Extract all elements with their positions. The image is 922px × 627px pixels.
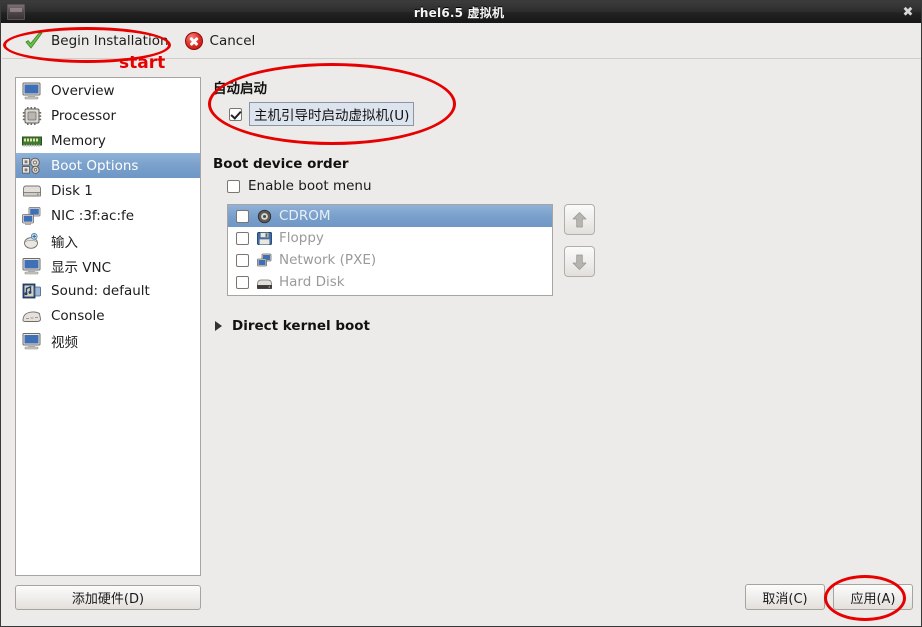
- mouse-icon: [21, 231, 43, 251]
- autostart-checkbox[interactable]: [229, 107, 242, 121]
- window-title: rhel6.5 虚拟机: [413, 5, 505, 20]
- sidebar-item-label: Disk 1: [51, 182, 93, 199]
- close-icon[interactable]: ✖: [899, 4, 917, 20]
- hardware-list[interactable]: Overview Processor Memory Boot Options D…: [15, 77, 201, 576]
- sidebar-item-console[interactable]: Console: [16, 303, 200, 328]
- autostart-checkbox-label: 主机引导时启动虚拟机(U): [249, 102, 415, 126]
- sidebar-item-label: Memory: [51, 132, 106, 149]
- virt-manager-vm-details-window: rhel6.5 虚拟机 ✖ Begin Installation Cancel: [0, 0, 922, 627]
- harddisk-icon: [21, 181, 43, 201]
- boot-device-checkbox[interactable]: [236, 253, 249, 267]
- apply-button[interactable]: 应用(A): [833, 584, 913, 610]
- boot-device-row[interactable]: CDROM: [228, 205, 552, 227]
- sidebar-item-disk-1[interactable]: Disk 1: [16, 178, 200, 203]
- window-titlebar: rhel6.5 虚拟机 ✖: [1, 1, 921, 23]
- display-icon: [21, 256, 43, 276]
- enable-boot-menu-row[interactable]: Enable boot menu: [227, 178, 911, 194]
- cpu-icon: [21, 106, 43, 126]
- begin-installation-button[interactable]: Begin Installation: [16, 27, 177, 55]
- cancel-button[interactable]: 取消(C): [745, 584, 825, 610]
- begin-installation-label: Begin Installation: [51, 32, 169, 49]
- network-icon: [21, 206, 43, 226]
- boot-device-list[interactable]: CDROM Floppy Network (PXE) Hard Disk: [227, 204, 553, 296]
- floppy-icon: [256, 231, 273, 246]
- boot-device-row[interactable]: Floppy: [228, 227, 552, 249]
- boot-options-panel: 自动启动 主机引导时启动虚拟机(U) Boot device order Ena…: [213, 77, 911, 576]
- direct-kernel-boot-expander[interactable]: Direct kernel boot: [213, 318, 911, 334]
- move-device-up-button[interactable]: [564, 204, 595, 235]
- network-icon: [256, 253, 273, 268]
- sidebar-item-label: Console: [51, 307, 105, 324]
- boot-device-row[interactable]: Hard Disk: [228, 271, 552, 293]
- sidebar-item-label: 显示 VNC: [51, 259, 112, 276]
- video-icon: [21, 331, 43, 351]
- boot-order-controls: [564, 204, 595, 277]
- sidebar-item-overview[interactable]: Overview: [16, 78, 200, 103]
- gears-icon: [21, 156, 43, 176]
- red-x-icon: [184, 31, 203, 50]
- boot-device-row[interactable]: Network (PXE): [228, 249, 552, 271]
- boot-device-checkbox[interactable]: [236, 231, 249, 245]
- sidebar-item-label: Processor: [51, 107, 117, 124]
- autostart-title: 自动启动: [213, 81, 267, 97]
- enable-boot-menu-label: Enable boot menu: [248, 178, 372, 194]
- arrow-up-icon: [571, 211, 588, 229]
- move-device-down-button[interactable]: [564, 246, 595, 277]
- sound-icon: [21, 281, 43, 301]
- monitor-icon: [21, 81, 43, 101]
- boot-device-checkbox[interactable]: [236, 275, 249, 289]
- cancel-install-button[interactable]: Cancel: [177, 27, 264, 55]
- sidebar-item-label: NIC :3f:ac:fe: [51, 207, 135, 224]
- sidebar-item-label: Overview: [51, 82, 115, 99]
- install-toolbar: Begin Installation Cancel: [2, 23, 921, 59]
- sidebar-item-label: 输入: [51, 234, 78, 251]
- sidebar-item-video[interactable]: 视频: [16, 328, 200, 353]
- cdrom-icon: [256, 209, 273, 224]
- autostart-checkbox-row[interactable]: 主机引导时启动虚拟机(U): [229, 102, 911, 126]
- ram-icon: [21, 131, 43, 151]
- vm-window-icon: [7, 4, 25, 20]
- arrow-down-icon: [571, 253, 588, 271]
- sidebar-item-label: Boot Options: [51, 157, 139, 174]
- boot-device-order-section: Boot device order Enable boot menu CDROM…: [213, 156, 911, 296]
- add-hardware-button[interactable]: 添加硬件(D): [15, 585, 201, 610]
- autostart-section: 自动启动 主机引导时启动虚拟机(U): [213, 77, 911, 126]
- cancel-install-label: Cancel: [209, 32, 256, 49]
- boot-device-label: Hard Disk: [279, 274, 345, 290]
- expander-triangle-icon: [215, 321, 222, 331]
- sidebar-item-processor[interactable]: Processor: [16, 103, 200, 128]
- sidebar-item-sound[interactable]: Sound: default: [16, 278, 200, 303]
- sidebar-item-display-vnc[interactable]: 显示 VNC: [16, 253, 200, 278]
- enable-boot-menu-checkbox[interactable]: [227, 179, 240, 193]
- boot-device-label: Network (PXE): [279, 252, 377, 268]
- boot-device-area: CDROM Floppy Network (PXE) Hard Disk: [227, 204, 911, 296]
- sidebar-item-input[interactable]: 输入: [16, 228, 200, 253]
- boot-device-label: Floppy: [279, 230, 324, 246]
- boot-device-checkbox[interactable]: [236, 209, 249, 223]
- sidebar-item-boot-options[interactable]: Boot Options: [16, 153, 200, 178]
- direct-kernel-boot-label: Direct kernel boot: [232, 318, 370, 334]
- boot-device-label: CDROM: [279, 208, 331, 224]
- sidebar-item-memory[interactable]: Memory: [16, 128, 200, 153]
- sidebar-item-label: Sound: default: [51, 282, 150, 299]
- sidebar-item-nic[interactable]: NIC :3f:ac:fe: [16, 203, 200, 228]
- harddisk-icon: [256, 275, 273, 290]
- console-icon: [21, 306, 43, 326]
- sidebar-item-label: 视频: [51, 334, 78, 351]
- boot-device-order-title: Boot device order: [213, 156, 349, 172]
- green-check-icon: [24, 31, 44, 51]
